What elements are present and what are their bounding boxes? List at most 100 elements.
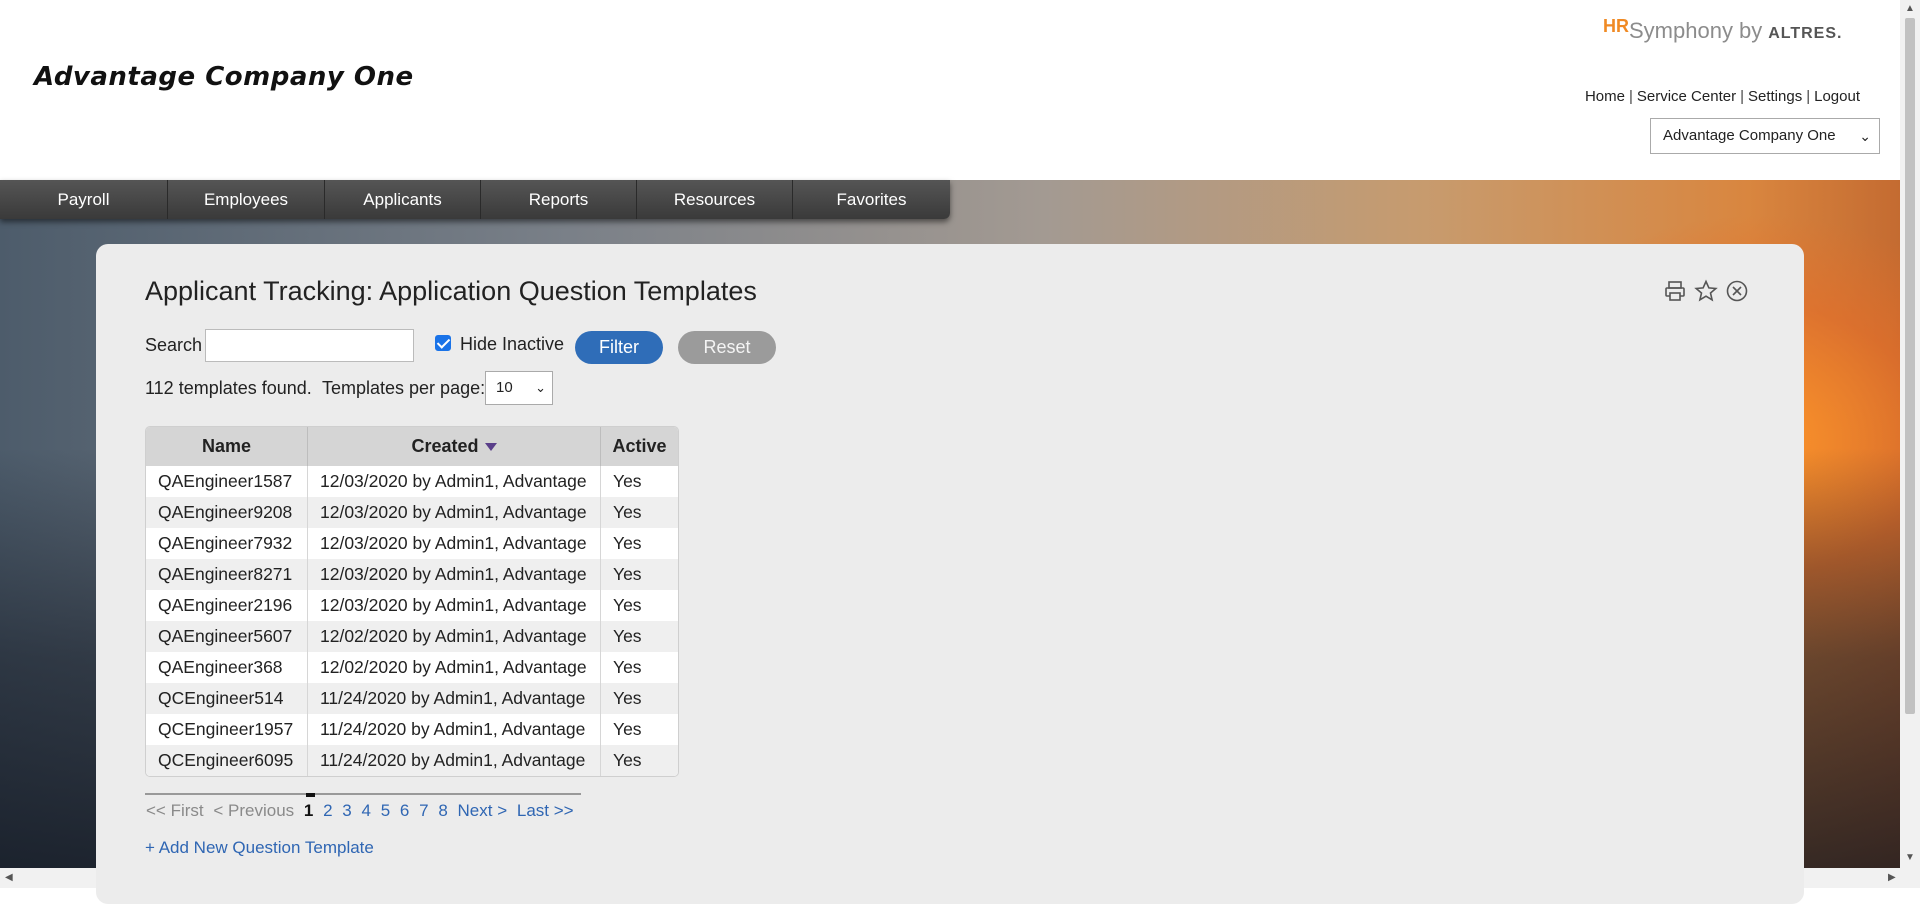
table-row[interactable]: QAEngineer2196 12/03/2020 by Admin1, Adva… (146, 590, 678, 621)
scroll-left-icon[interactable]: ◀ (5, 872, 13, 883)
settings-link[interactable]: Settings (1748, 88, 1802, 105)
chevron-down-icon: ⌄ (1859, 128, 1871, 144)
cell-created: 12/03/2020 by Admin1, Advantage (308, 590, 601, 621)
table-row[interactable]: QCEngineer514 11/24/2020 by Admin1, Advan… (146, 683, 678, 714)
nav-item-applicants[interactable]: Applicants (325, 180, 481, 219)
star-icon[interactable] (1694, 279, 1718, 303)
table-row[interactable]: QCEngineer1957 11/24/2020 by Admin1, Adva… (146, 714, 678, 745)
cell-created: 12/02/2020 by Admin1, Advantage (308, 621, 601, 652)
sort-desc-icon (484, 443, 497, 452)
nav-item-favorites[interactable]: Favorites (793, 180, 950, 219)
company-name: Advantage Company One (34, 62, 414, 92)
scroll-down-icon[interactable]: ▼ (1905, 852, 1915, 863)
hide-inactive-checkbox[interactable] (435, 335, 451, 351)
reset-button[interactable]: Reset (678, 331, 776, 364)
per-page-label: Templates per page: (322, 378, 486, 398)
home-link[interactable]: Home (1585, 88, 1625, 105)
results-count: 112 templates found. (145, 378, 312, 398)
pager-page-1: 1 (303, 801, 314, 820)
cell-active: Yes (613, 750, 642, 770)
column-header-label: Active (612, 436, 667, 456)
cell-name[interactable]: QAEngineer5607 (146, 621, 308, 652)
cell-created: 12/02/2020 by Admin1, Advantage (308, 652, 601, 683)
table-header: Name Created Active (146, 427, 678, 466)
cell-active: Yes (613, 626, 642, 646)
pager-page-4[interactable]: 4 (362, 801, 371, 820)
table-row[interactable]: QCEngineer6095 11/24/2020 by Admin1, Adva… (146, 745, 678, 776)
service-center-link[interactable]: Service Center (1637, 88, 1736, 105)
cell-active: Yes (613, 688, 642, 708)
brand-logo: HRSymphony by ALTRES. (1603, 16, 1842, 48)
pager-next[interactable]: Next > (458, 801, 508, 820)
vertical-scrollbar[interactable]: ▲ ▼ (1900, 0, 1920, 868)
cell-created: 11/24/2020 by Admin1, Advantage (308, 745, 601, 776)
cell-name[interactable]: QAEngineer7932 (146, 528, 308, 559)
search-label: Search (145, 335, 203, 355)
cell-name[interactable]: QCEngineer1957 (146, 714, 308, 745)
cell-name[interactable]: QCEngineer514 (146, 683, 308, 714)
table-row[interactable]: QAEngineer9208 12/03/2020 by Admin1, Adva… (146, 497, 678, 528)
scroll-right-icon[interactable]: ▶ (1888, 872, 1896, 883)
pager-page-8[interactable]: 8 (438, 801, 447, 820)
company-select-value: Advantage Company One (1663, 127, 1836, 144)
per-page-select[interactable]: 10 ⌄ (485, 371, 553, 405)
table-row[interactable]: QAEngineer5607 12/02/2020 by Admin1, Adva… (146, 621, 678, 652)
pager-page-6[interactable]: 6 (400, 801, 409, 820)
column-header-created[interactable]: Created (308, 427, 601, 466)
brand-by: by (1738, 18, 1763, 43)
pager-divider (145, 793, 581, 795)
cell-created: 12/03/2020 by Admin1, Advantage (308, 497, 601, 528)
pager-previous: < Previous (213, 801, 295, 820)
link-separator: | (1740, 88, 1744, 105)
scroll-up-icon[interactable]: ▲ (1905, 3, 1915, 14)
column-header-active[interactable]: Active (601, 427, 678, 466)
pager-page-5[interactable]: 5 (381, 801, 390, 820)
table-row[interactable]: QAEngineer8271 12/03/2020 by Admin1, Adva… (146, 559, 678, 590)
cell-name[interactable]: QAEngineer2196 (146, 590, 308, 621)
table-row[interactable]: QAEngineer1587 12/03/2020 by Admin1, Adva… (146, 466, 678, 497)
table-row[interactable]: QAEngineer7932 12/03/2020 by Admin1, Adva… (146, 528, 678, 559)
cell-name[interactable]: QAEngineer368 (146, 652, 308, 683)
main-nav: Payroll Employees Applicants Reports Res… (0, 180, 950, 219)
nav-item-payroll[interactable]: Payroll (0, 180, 168, 219)
print-icon[interactable] (1663, 279, 1687, 303)
templates-table: Name Created Active QAEngineer1587 12/03/… (145, 426, 679, 777)
filter-button[interactable]: Filter (575, 331, 663, 364)
cell-active: Yes (613, 595, 642, 615)
cell-created: 11/24/2020 by Admin1, Advantage (308, 683, 601, 714)
cell-created: 12/03/2020 by Admin1, Advantage (308, 528, 601, 559)
logout-link[interactable]: Logout (1814, 88, 1860, 105)
chevron-down-icon: ⌄ (535, 380, 546, 395)
pager-page-2[interactable]: 2 (323, 801, 332, 820)
pagination: << First < Previous 1 2 3 4 5 6 7 8 Next… (146, 801, 579, 821)
column-header-label: Name (201, 436, 252, 456)
add-question-template-link[interactable]: + Add New Question Template (145, 838, 374, 858)
cell-active: Yes (613, 719, 642, 739)
cell-active: Yes (613, 657, 642, 677)
cell-active: Yes (613, 502, 642, 522)
table-row[interactable]: QAEngineer368 12/02/2020 by Admin1, Advan… (146, 652, 678, 683)
nav-item-employees[interactable]: Employees (168, 180, 325, 219)
cell-created: 11/24/2020 by Admin1, Advantage (308, 714, 601, 745)
page-header: Advantage Company One HRSymphony by ALTRES… (0, 0, 1900, 180)
close-circle-icon[interactable] (1725, 279, 1749, 303)
pager-page-7[interactable]: 7 (419, 801, 428, 820)
nav-item-reports[interactable]: Reports (481, 180, 637, 219)
nav-item-resources[interactable]: Resources (637, 180, 793, 219)
cell-name[interactable]: QAEngineer1587 (146, 466, 308, 497)
column-header-name[interactable]: Name (146, 427, 308, 466)
cell-name[interactable]: QCEngineer6095 (146, 745, 308, 776)
table-body: QAEngineer1587 12/03/2020 by Admin1, Adva… (146, 466, 678, 776)
pager-page-3[interactable]: 3 (342, 801, 351, 820)
page-title: Applicant Tracking: Application Question… (145, 276, 757, 306)
cell-name[interactable]: QAEngineer8271 (146, 559, 308, 590)
brand-hr: HR (1603, 16, 1629, 36)
cell-active: Yes (613, 471, 642, 491)
company-select[interactable]: Advantage Company One ⌄ (1650, 118, 1880, 154)
cell-active: Yes (613, 564, 642, 584)
scrollbar-thumb[interactable] (1905, 18, 1915, 714)
pager-current-indicator (306, 793, 315, 797)
cell-name[interactable]: QAEngineer9208 (146, 497, 308, 528)
search-input[interactable] (205, 329, 414, 362)
pager-last[interactable]: Last >> (517, 801, 574, 820)
